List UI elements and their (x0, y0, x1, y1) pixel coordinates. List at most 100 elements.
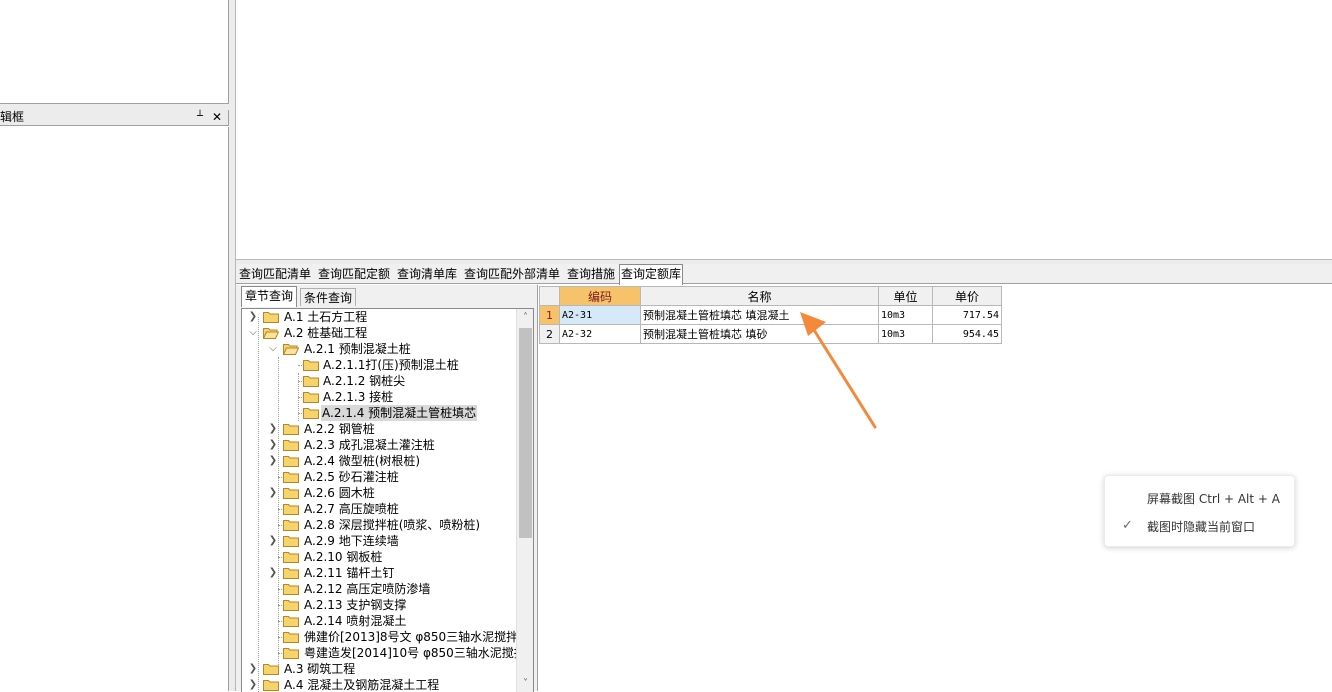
chevron-right-icon[interactable]: ❯ (248, 309, 258, 325)
chevron-down-icon[interactable]: ⌵ (268, 341, 278, 357)
folder-icon (263, 680, 279, 691)
tab-match-external-list[interactable]: 查询匹配外部清单 (463, 265, 561, 283)
left-top-pane (0, 0, 229, 104)
tab-condition-query[interactable]: 条件查询 (300, 288, 357, 306)
close-icon[interactable]: ✕ (211, 111, 223, 123)
column-header-code[interactable]: 编码 (559, 286, 641, 306)
scroll-up-icon[interactable]: ˄ (517, 309, 533, 326)
folder-open-icon (263, 328, 279, 339)
table-header-row: 编码 名称 单位 单价 (539, 286, 1002, 306)
folder-icon (303, 376, 319, 387)
edit-pane-title: 辑框 (0, 110, 25, 124)
pin-icon[interactable]: ┴ (194, 111, 206, 123)
tree-node[interactable]: ❯ A.1 土石方工程 (242, 309, 512, 325)
column-header-unit[interactable]: 单位 (878, 286, 933, 306)
code-cell[interactable]: A2-31 (559, 305, 641, 325)
chapter-tree: ❯ A.1 土石方工程 ⌵ A.2 桩基础工程 ⌵ A.2.1 预制混凝土桩 A… (241, 308, 534, 692)
tree-node[interactable]: ❯ A.4 混凝土及钢筋混凝土工程 (242, 677, 512, 692)
tree-node[interactable]: A.2.12 高压定喷防渗墙 (242, 581, 512, 597)
tree-node[interactable]: ❯ A.2.2 钢管桩 (242, 421, 512, 437)
tab-match-list[interactable]: 查询匹配清单 (238, 265, 312, 283)
chevron-right-icon[interactable]: ❯ (268, 421, 278, 437)
tab-quota-library[interactable]: 查询定额库 (619, 264, 684, 285)
edit-pane-header: 辑框 ┴ ✕ (0, 110, 229, 126)
row-number[interactable]: 2 (539, 324, 560, 344)
tree-node[interactable]: A.2.10 钢板桩 (242, 549, 512, 565)
tree-node-selected[interactable]: A.2.1.4 预制混凝土管桩填芯 (242, 405, 512, 421)
tree-node[interactable]: A.2.1.3 接桩 (242, 389, 512, 405)
folder-icon (283, 552, 299, 563)
tree-node[interactable]: ❯ A.2.9 地下连续墙 (242, 533, 512, 549)
folder-icon (283, 616, 299, 627)
tab-measures[interactable]: 查询措施 (566, 265, 616, 283)
tab-match-quota[interactable]: 查询匹配定额 (317, 265, 391, 283)
folder-icon (283, 504, 299, 515)
chevron-right-icon[interactable]: ❯ (248, 661, 258, 677)
unit-cell[interactable]: 10m3 (878, 305, 933, 325)
tree-node[interactable]: ⌵ A.2 桩基础工程 (242, 325, 512, 341)
chevron-right-icon[interactable]: ❯ (248, 677, 258, 692)
folder-icon (283, 600, 299, 611)
tree-node[interactable]: A.2.8 深层搅拌桩(喷浆、喷粉桩) (242, 517, 512, 533)
vertical-splitter[interactable] (229, 0, 236, 691)
row-number[interactable]: 1 (539, 305, 560, 325)
menu-item-hide-window[interactable]: 截图时隐藏当前窗口 (1147, 518, 1255, 535)
chevron-right-icon[interactable]: ❯ (268, 565, 278, 581)
column-header-name[interactable]: 名称 (640, 286, 879, 306)
folder-open-icon (283, 344, 299, 355)
tree-node[interactable]: A.2.14 喷射混凝土 (242, 613, 512, 629)
folder-icon (283, 632, 299, 643)
tree-node[interactable]: ❯ A.2.11 锚杆土钉 (242, 565, 512, 581)
tree-node[interactable]: A.2.7 高压旋喷桩 (242, 501, 512, 517)
tree-node[interactable]: A.2.5 砂石灌注桩 (242, 469, 512, 485)
chevron-right-icon[interactable]: ❯ (268, 453, 278, 469)
folder-icon (283, 584, 299, 595)
folder-icon (283, 488, 299, 499)
chevron-down-icon[interactable]: ⌵ (248, 325, 258, 341)
folder-icon (303, 360, 319, 371)
folder-icon (283, 648, 299, 659)
scroll-down-icon[interactable]: ˅ (517, 675, 533, 692)
tree-node[interactable]: A.2.1.1打(压)预制混土桩 (242, 357, 512, 373)
quota-table: 编码 名称 单位 单价 1 A2-31 预制混凝土管桩填芯 填混凝土 10m3 … (539, 286, 1002, 344)
tree-node[interactable]: 粤建造发[2014]10号 φ850三轴水泥搅拌桩 (242, 645, 516, 661)
chevron-right-icon[interactable]: ❯ (268, 485, 278, 501)
main-workspace (236, 0, 1332, 260)
tree-scrollbar[interactable]: ˄ ˅ (516, 309, 533, 692)
folder-icon (283, 472, 299, 483)
check-icon: ✓ (1122, 518, 1133, 533)
menu-item-screen-capture[interactable]: 屏幕截图 Ctrl + Alt + A (1147, 490, 1280, 507)
folder-icon (263, 664, 279, 675)
tree-node[interactable]: ❯ A.3 砌筑工程 (242, 661, 512, 677)
tab-chapter-query[interactable]: 章节查询 (241, 286, 298, 307)
price-cell[interactable]: 954.45 (932, 324, 1002, 344)
folder-icon (283, 456, 299, 467)
table-row[interactable]: 2 A2-32 预制混凝土管桩填芯 填砂 10m3 954.45 (539, 324, 1002, 344)
folder-icon (303, 408, 319, 419)
tree-node[interactable]: ⌵ A.2.1 预制混凝土桩 (242, 341, 512, 357)
price-cell[interactable]: 717.54 (932, 305, 1002, 325)
tree-node[interactable]: A.2.1.2 钢桩尖 (242, 373, 512, 389)
tree-node[interactable]: A.2.13 支护钢支撑 (242, 597, 512, 613)
folder-icon (263, 312, 279, 323)
folder-icon (283, 536, 299, 547)
tree-node[interactable]: 佛建价[2013]8号文 φ850三轴水泥搅拌桩 (242, 629, 516, 645)
tab-list-library[interactable]: 查询清单库 (396, 265, 458, 283)
chevron-right-icon[interactable]: ❯ (268, 437, 278, 453)
code-cell[interactable]: A2-32 (559, 324, 641, 344)
tree-node[interactable]: ❯ A.2.6 圆木桩 (242, 485, 512, 501)
column-header-price[interactable]: 单价 (932, 286, 1002, 306)
folder-icon (283, 520, 299, 531)
tree-node[interactable]: ❯ A.2.3 成孔混凝土灌注桩 (242, 437, 512, 453)
folder-icon (283, 568, 299, 579)
tree-node[interactable]: ❯ A.2.4 微型桩(树根桩) (242, 453, 512, 469)
annotation-arrow (800, 312, 877, 429)
chevron-right-icon[interactable]: ❯ (268, 533, 278, 549)
edit-pane-body[interactable] (0, 127, 229, 691)
query-tab-bar: 查询匹配清单 查询匹配定额 查询清单库 查询匹配外部清单 查询措施 查询定额库 (236, 264, 1332, 285)
folder-icon (283, 440, 299, 451)
chapter-tree-panel: 章节查询 条件查询 ❯ A.1 土石方工程 ⌵ A.2 桩基础工程 ⌵ A.2.… (236, 285, 538, 692)
table-row[interactable]: 1 A2-31 预制混凝土管桩填芯 填混凝土 10m3 717.54 (539, 305, 1002, 325)
scrollbar-thumb[interactable] (519, 328, 532, 538)
unit-cell[interactable]: 10m3 (878, 324, 933, 344)
